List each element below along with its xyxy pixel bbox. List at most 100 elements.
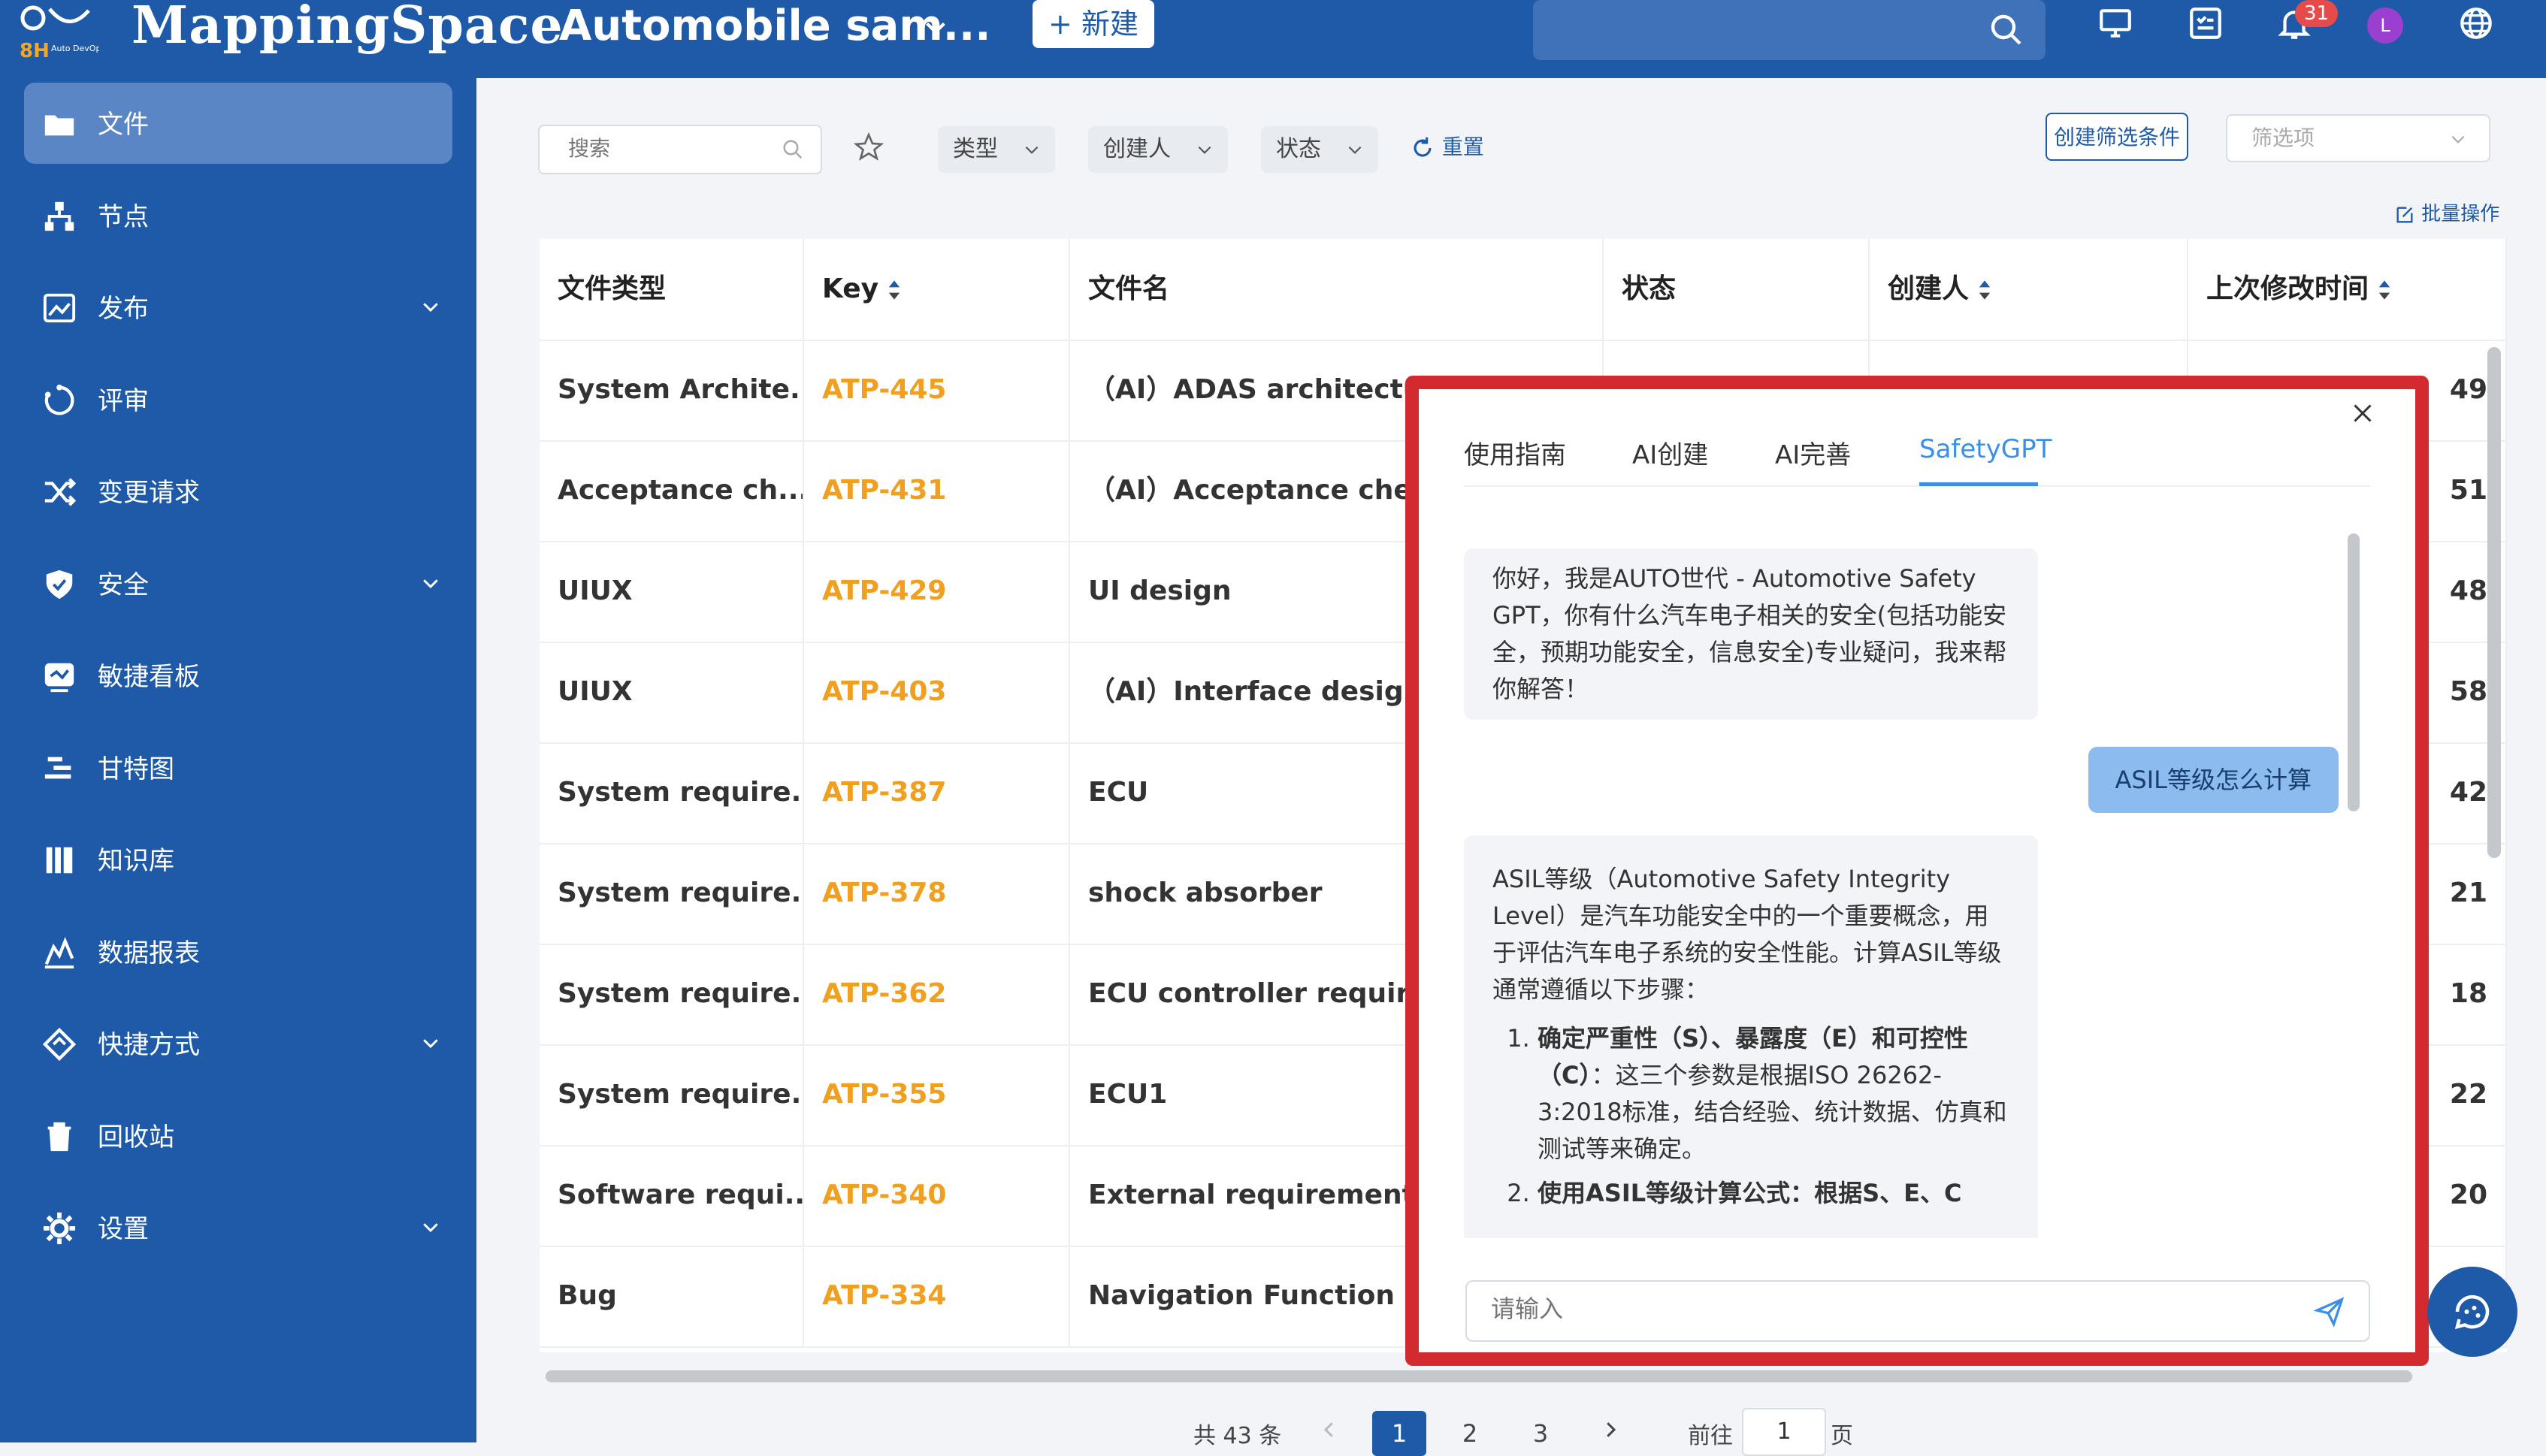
cell-file-type: System require... bbox=[540, 742, 804, 843]
monitor-icon[interactable] bbox=[2097, 5, 2134, 42]
creator-filter[interactable]: 创建人 bbox=[1088, 126, 1228, 173]
chat-messages[interactable]: 你好，我是AUTO世代 - Automotive Safety GPT，你有什么… bbox=[1464, 526, 2351, 1238]
sidebar-item[interactable]: 数据报表 bbox=[24, 911, 452, 992]
filter-select[interactable]: 筛选项 bbox=[2226, 114, 2490, 162]
chevron-down-icon[interactable] bbox=[419, 572, 442, 594]
prev-page-icon[interactable] bbox=[1318, 1418, 1341, 1441]
cell-key[interactable]: ATP-403 bbox=[804, 642, 1070, 742]
batch-operation-button[interactable]: 批量操作 bbox=[2394, 198, 2499, 226]
tab-safetygpt[interactable]: SafetyGPT bbox=[1919, 434, 2052, 464]
sidebar-item-label: 文件 bbox=[98, 110, 149, 140]
cell-key[interactable]: ATP-429 bbox=[804, 541, 1070, 642]
sidebar-item[interactable]: 甘特图 bbox=[24, 727, 452, 808]
search-box[interactable] bbox=[538, 125, 822, 174]
sidebar-item[interactable]: 节点 bbox=[24, 175, 452, 256]
cell-key[interactable]: ATP-378 bbox=[804, 843, 1070, 944]
search-input[interactable] bbox=[567, 135, 765, 162]
chevron-down-icon[interactable] bbox=[419, 1216, 442, 1238]
cell-key[interactable]: ATP-355 bbox=[804, 1044, 1070, 1145]
sidebar-item[interactable]: 设置 bbox=[24, 1187, 452, 1268]
chat-input-box[interactable] bbox=[1465, 1280, 2370, 1342]
chart-icon bbox=[44, 936, 74, 968]
sidebar-item[interactable]: 安全 bbox=[24, 543, 452, 624]
tab-guide[interactable]: 使用指南 bbox=[1464, 434, 1566, 471]
cell-key[interactable]: ATP-445 bbox=[804, 340, 1070, 440]
notification-badge: 31 bbox=[2295, 0, 2339, 27]
chevron-down-icon bbox=[1348, 146, 1362, 154]
goto-label: 前往 bbox=[1688, 1423, 1733, 1449]
reset-button[interactable]: 重置 bbox=[1410, 131, 1484, 161]
cell-file-type: System require... bbox=[540, 843, 804, 944]
sidebar-item[interactable]: 敏捷看板 bbox=[24, 635, 452, 716]
sort-icon[interactable] bbox=[886, 276, 903, 304]
sidebar-item-label: 甘特图 bbox=[98, 754, 174, 784]
globe-icon[interactable] bbox=[2457, 5, 2495, 42]
type-filter[interactable]: 类型 bbox=[938, 126, 1055, 173]
sidebar-item[interactable]: 文件 bbox=[24, 83, 452, 164]
vertical-scrollbar[interactable] bbox=[2487, 347, 2501, 858]
column-header[interactable]: Key bbox=[804, 239, 1070, 340]
page-2[interactable]: 2 bbox=[1443, 1411, 1497, 1456]
task-list-icon[interactable] bbox=[2187, 5, 2224, 42]
sidebar-item-label: 快捷方式 bbox=[98, 1030, 200, 1060]
cell-file-type: Software requi... bbox=[540, 1145, 804, 1246]
cell-key[interactable]: ATP-431 bbox=[804, 440, 1070, 541]
answer-step-2: 使用ASIL等级计算公式：根据S、E、C bbox=[1538, 1175, 2009, 1212]
horizontal-scrollbar[interactable] bbox=[546, 1370, 2412, 1382]
page-unit: 页 bbox=[1831, 1423, 1853, 1449]
sidebar-item[interactable]: 发布 bbox=[24, 267, 452, 348]
column-header[interactable]: 上次修改时间 bbox=[2188, 239, 2507, 340]
sidebar-item[interactable]: 评审 bbox=[24, 359, 452, 440]
cell-key[interactable]: ATP-362 bbox=[804, 944, 1070, 1044]
sidebar-item[interactable]: 回收站 bbox=[24, 1095, 452, 1177]
status-filter[interactable]: 状态 bbox=[1261, 126, 1378, 173]
sidebar-item[interactable]: 变更请求 bbox=[24, 451, 452, 532]
chevron-down-icon[interactable] bbox=[419, 1032, 442, 1054]
trash-icon bbox=[47, 1122, 71, 1151]
sort-icon[interactable] bbox=[1976, 276, 1993, 304]
tab-ai-create[interactable]: AI创建 bbox=[1632, 434, 1708, 471]
search-icon[interactable] bbox=[782, 138, 804, 161]
column-header-label: 文件名 bbox=[1088, 273, 1170, 304]
column-header[interactable]: 创建人 bbox=[1870, 239, 2188, 340]
cell-key[interactable]: ATP-340 bbox=[804, 1145, 1070, 1246]
reset-label: 重置 bbox=[1441, 134, 1484, 159]
ai-assistant-button[interactable] bbox=[2427, 1267, 2517, 1357]
tab-ai-refine[interactable]: AI完善 bbox=[1775, 434, 1851, 471]
sidebar-item[interactable]: 快捷方式 bbox=[24, 1003, 452, 1084]
batch-label: 批量操作 bbox=[2421, 203, 2500, 225]
filter-select-placeholder: 筛选项 bbox=[2251, 125, 2315, 150]
refresh-icon bbox=[1414, 137, 1432, 157]
sidebar-item-label: 敏捷看板 bbox=[98, 662, 200, 692]
logo[interactable]: 8H Auto DevOps bbox=[17, 3, 105, 63]
star-icon[interactable] bbox=[854, 132, 884, 162]
sidebar-item[interactable]: 知识库 bbox=[24, 819, 452, 900]
page-1[interactable]: 1 bbox=[1372, 1411, 1426, 1456]
column-header[interactable]: 文件类型 bbox=[540, 239, 804, 340]
cell-file-type: UIUX bbox=[540, 541, 804, 642]
close-icon[interactable] bbox=[2349, 400, 2376, 427]
step-1-text: ：这三个参数是根据ISO 26262-3:2018标准，结合经验、统计数据、仿真… bbox=[1538, 1061, 2007, 1163]
chevron-down-icon[interactable] bbox=[923, 15, 948, 41]
column-header-label: Key bbox=[822, 273, 879, 304]
cell-key[interactable]: ATP-334 bbox=[804, 1246, 1070, 1346]
cell-key[interactable]: ATP-387 bbox=[804, 742, 1070, 843]
new-button[interactable]: + 新建 bbox=[1033, 0, 1154, 48]
page-3[interactable]: 3 bbox=[1513, 1411, 1568, 1456]
next-page-icon[interactable] bbox=[1599, 1418, 1622, 1441]
sort-icon[interactable] bbox=[2376, 276, 2393, 304]
search-icon[interactable] bbox=[1988, 12, 2024, 48]
column-header-label: 创建人 bbox=[1888, 273, 1970, 304]
type-filter-label: 类型 bbox=[953, 136, 998, 162]
avatar[interactable]: L bbox=[2367, 8, 2403, 44]
bot-message-answer: ASIL等级（Automotive Safety Integrity Level… bbox=[1464, 835, 2038, 1238]
column-header[interactable]: 状态 bbox=[1604, 239, 1870, 340]
column-header[interactable]: 文件名 bbox=[1070, 239, 1604, 340]
chat-input[interactable] bbox=[1489, 1294, 2244, 1324]
chat-scrollbar[interactable] bbox=[2348, 533, 2360, 811]
global-search[interactable] bbox=[1533, 0, 2046, 60]
goto-page-input[interactable]: 1 bbox=[1742, 1408, 1826, 1456]
create-filter-button[interactable]: 创建筛选条件 bbox=[2046, 113, 2188, 161]
send-icon[interactable] bbox=[2313, 1295, 2346, 1328]
chevron-down-icon[interactable] bbox=[419, 295, 442, 318]
